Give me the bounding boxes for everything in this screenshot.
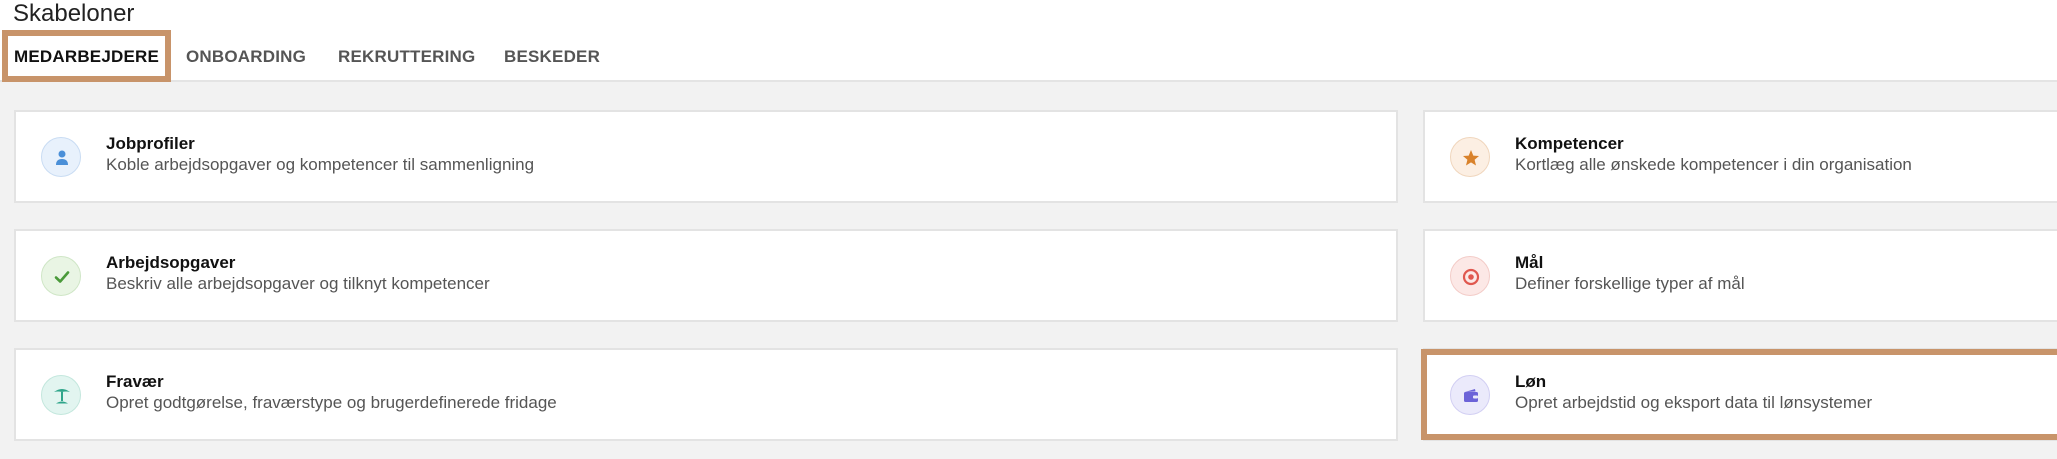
person-icon <box>41 137 81 177</box>
card-description: Definer forskellige typer af mål <box>1515 274 1745 293</box>
card-loen[interactable]: Løn Opret arbejdstid og eksport data til… <box>1423 348 2057 441</box>
card-description: Beskriv alle arbejdsopgaver og tilknyt k… <box>106 274 490 293</box>
card-arbejdsopgaver[interactable]: Arbejdsopgaver Beskriv alle arbejdsopgav… <box>14 229 1398 322</box>
card-description: Opret arbejdstid og eksport data til løn… <box>1515 393 1873 412</box>
card-kompetencer[interactable]: Kompetencer Kortlæg alle ønskede kompete… <box>1423 110 2057 203</box>
card-description: Koble arbejdsopgaver og kompetencer til … <box>106 155 535 174</box>
card-description: Opret godtgørelse, fraværstype og bruger… <box>106 393 557 412</box>
card-jobprofiler[interactable]: Jobprofiler Koble arbejdsopgaver og komp… <box>14 110 1398 203</box>
wallet-icon <box>1450 375 1490 415</box>
card-maal[interactable]: Mål Definer forskellige typer af mål <box>1423 229 2057 322</box>
check-icon <box>41 256 81 296</box>
card-title: Fravær <box>106 372 164 391</box>
card-title: Kompetencer <box>1515 134 1624 153</box>
tab-beskeder[interactable]: BESKEDER <box>504 47 600 67</box>
page-title: Skabeloner <box>13 0 135 27</box>
header: Skabeloner MEDARBEJDERE ONBOARDING REKRU… <box>0 0 2057 82</box>
card-fravaer[interactable]: Fravær Opret godtgørelse, fraværstype og… <box>14 348 1398 441</box>
card-title: Løn <box>1515 372 1547 391</box>
tab-onboarding[interactable]: ONBOARDING <box>186 47 306 67</box>
tab-rekruttering[interactable]: REKRUTTERING <box>338 47 475 67</box>
card-title: Jobprofiler <box>106 134 195 153</box>
card-title: Mål <box>1515 253 1544 272</box>
star-icon <box>1450 137 1490 177</box>
palm-tree-icon <box>41 375 81 415</box>
card-description: Kortlæg alle ønskede kompetencer i din o… <box>1515 155 1912 174</box>
tab-medarbejdere[interactable]: MEDARBEJDERE <box>14 47 159 67</box>
target-icon <box>1450 256 1490 296</box>
card-title: Arbejdsopgaver <box>106 253 236 272</box>
